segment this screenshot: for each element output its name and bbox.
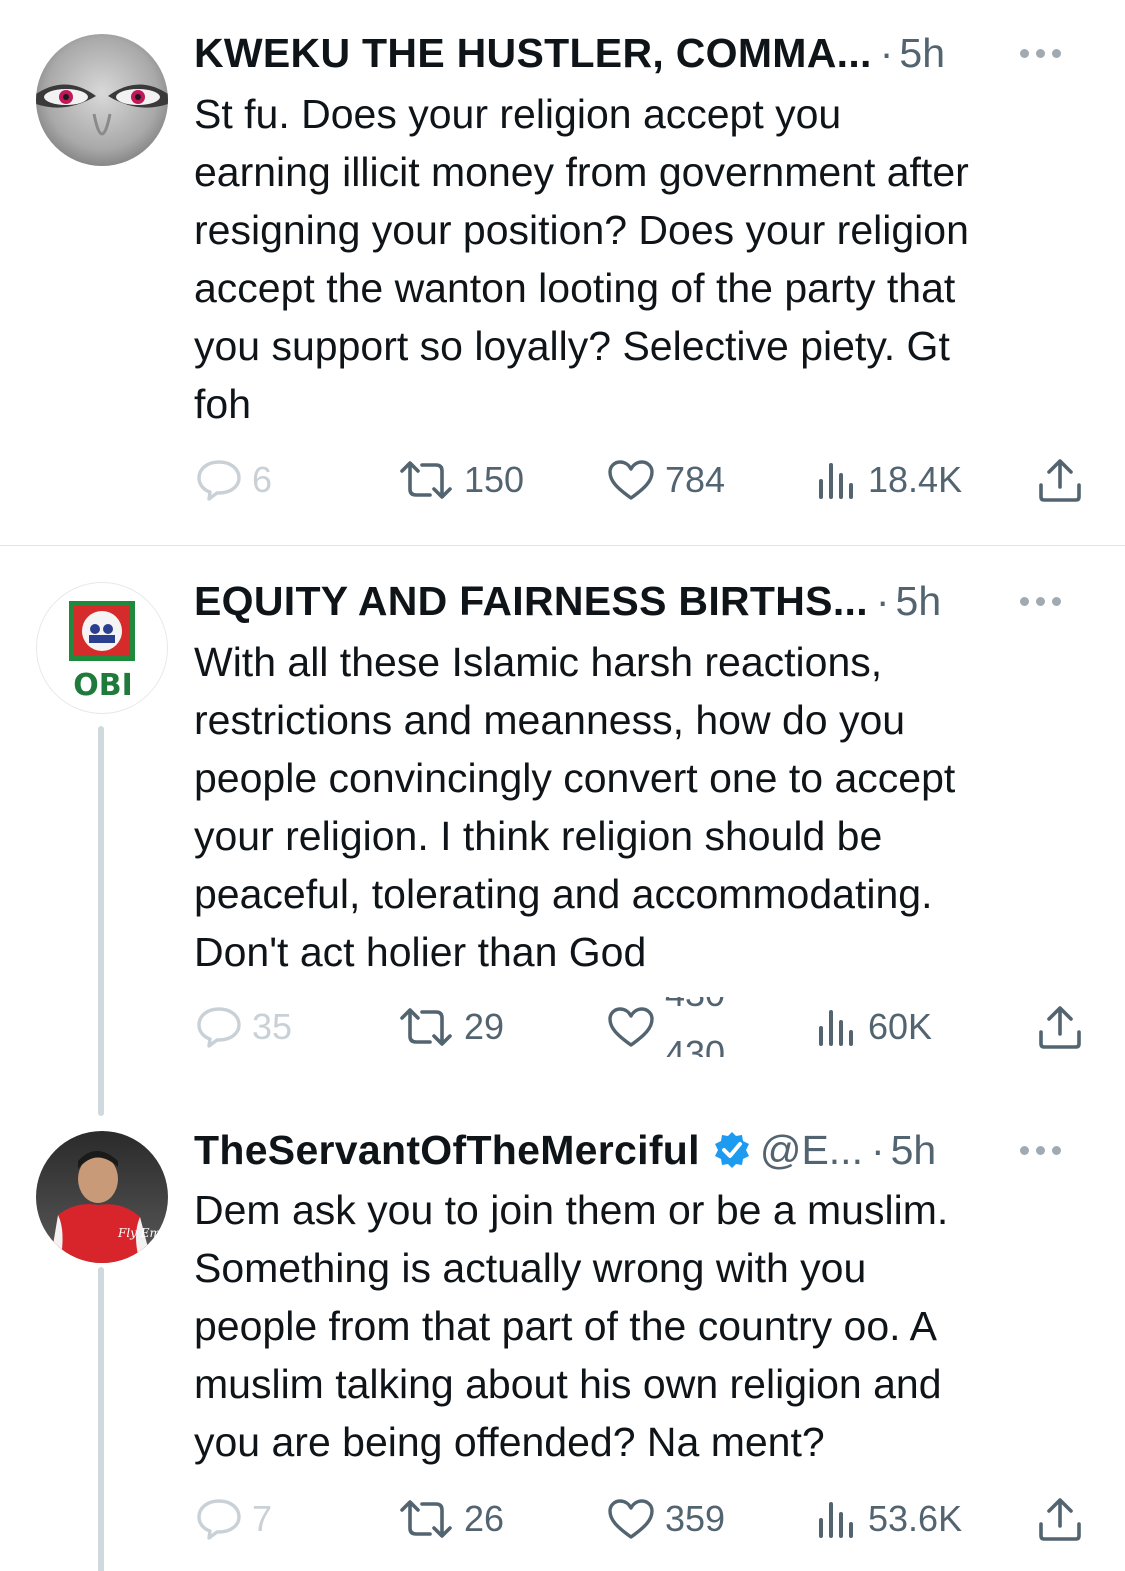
heart-icon	[608, 1499, 654, 1539]
share-icon	[1039, 1006, 1081, 1049]
views-button[interactable]: 53.6K	[816, 1489, 962, 1549]
retweet-icon	[400, 1008, 452, 1046]
reply-count: 7	[252, 1498, 273, 1539]
text-line: restrictions and meanness, how do you	[194, 697, 906, 743]
like-button[interactable]: 359	[607, 1489, 725, 1549]
reply-icon	[197, 1007, 241, 1048]
reply-count: 35	[252, 1006, 293, 1047]
retweet-count: 29	[464, 1006, 505, 1047]
share-button[interactable]	[1036, 450, 1084, 510]
views-count: 53.6K	[868, 1498, 963, 1539]
timestamp[interactable]: 5h	[891, 1127, 937, 1174]
verified-badge-icon	[714, 1132, 749, 1168]
text-line: muslim talking about his own religion an…	[194, 1361, 942, 1407]
action-bar: 6 150 784 18.4K	[0, 450, 1125, 510]
heart-icon	[608, 460, 654, 500]
text-line: peaceful, tolerating and accommodating.	[194, 871, 933, 917]
reply-count: 6	[252, 459, 273, 500]
reply-button[interactable]: 7	[196, 1489, 272, 1549]
retweet-count: 26	[464, 1498, 505, 1539]
avatar[interactable]	[36, 34, 168, 166]
more-icon[interactable]	[1020, 28, 1061, 78]
reply-icon	[197, 460, 241, 501]
share-icon	[1039, 459, 1081, 502]
separator: ·	[879, 29, 894, 76]
like-count-new: 430	[665, 1033, 726, 1057]
text-line: people from that part of the country oo.…	[194, 1303, 938, 1349]
share-icon	[1039, 1498, 1081, 1541]
tweet-1[interactable]: KWEKU THE HUSTLER, COMMA... · 5h St fu. …	[0, 0, 1125, 545]
timestamp[interactable]: 5h	[899, 30, 945, 77]
separator: ·	[875, 577, 890, 624]
views-count: 60K	[868, 1006, 933, 1047]
more-icon[interactable]	[1020, 576, 1061, 626]
like-count: 784	[665, 459, 726, 500]
avatar[interactable]: Fly Emira	[36, 1131, 168, 1263]
avatar-obi-logo: OBI	[69, 601, 135, 703]
tweet-text: Dem ask you to join them or be a muslim.…	[194, 1181, 1094, 1471]
avatar-label: OBI	[73, 668, 133, 703]
avatar-shirt-text: Fly Emira	[117, 1226, 168, 1240]
retweet-button[interactable]: 29	[398, 997, 504, 1057]
retweet-button[interactable]: 150	[398, 450, 524, 510]
text-line: Don't act holier than God	[194, 929, 647, 975]
tweet-3[interactable]: Fly Emira TheServantOfTheMerciful @E... …	[0, 1095, 1125, 1571]
share-button[interactable]	[1036, 997, 1084, 1057]
tweet-header: TheServantOfTheMerciful @E... · 5h	[194, 1125, 1095, 1175]
thread-line	[98, 726, 104, 1116]
tweet-header: KWEKU THE HUSTLER, COMMA... · 5h	[194, 28, 1095, 78]
tweet-2[interactable]: OBI EQUITY AND FAIRNESS BIRTHS... · 5h W…	[0, 546, 1125, 1116]
display-name[interactable]: KWEKU THE HUSTLER, COMMA...	[194, 30, 872, 77]
more-icon[interactable]	[1020, 1125, 1061, 1175]
avatar[interactable]: OBI	[36, 582, 168, 714]
reply-button[interactable]: 35	[196, 997, 292, 1057]
text-line: St fu. Does your religion accept you	[194, 91, 842, 137]
views-icon	[819, 1010, 853, 1046]
views-button[interactable]: 60K	[816, 997, 932, 1057]
avatar-eyes-image	[36, 34, 168, 166]
tweet-header: EQUITY AND FAIRNESS BIRTHS... · 5h	[194, 576, 1095, 626]
like-button[interactable]: 430 430	[607, 997, 745, 1057]
text-line: earning illicit money from government af…	[194, 149, 969, 195]
timestamp[interactable]: 5h	[896, 578, 942, 625]
heart-icon	[608, 1007, 654, 1047]
like-button[interactable]: 784	[607, 450, 725, 510]
text-line: people convincingly convert one to accep…	[194, 755, 956, 801]
handle[interactable]: @E...	[760, 1127, 863, 1174]
display-name[interactable]: TheServantOfTheMerciful	[194, 1127, 700, 1174]
text-line: foh	[194, 381, 251, 427]
text-line: Something is actually wrong with you	[194, 1245, 867, 1291]
like-count: 359	[665, 1498, 726, 1539]
retweet-button[interactable]: 26	[398, 1489, 504, 1549]
reply-button[interactable]: 6	[196, 450, 272, 510]
share-button[interactable]	[1036, 1489, 1084, 1549]
views-count: 18.4K	[868, 459, 963, 500]
text-line: you support so loyally? Selective piety.…	[194, 323, 950, 369]
tweet-feed: KWEKU THE HUSTLER, COMMA... · 5h St fu. …	[0, 0, 1125, 1571]
views-icon	[819, 1502, 853, 1538]
avatar-footballer-image: Fly Emira	[36, 1131, 168, 1263]
action-bar: 35 29 430 430	[0, 997, 1125, 1057]
action-bar: 7 26 359 53.6K	[0, 1489, 1125, 1549]
tweet-text: With all these Islamic harsh reactions, …	[194, 633, 1094, 981]
display-name[interactable]: EQUITY AND FAIRNESS BIRTHS...	[194, 578, 868, 625]
text-line: resigning your position? Does your relig…	[194, 207, 969, 253]
reply-icon	[197, 1499, 241, 1540]
text-line: With all these Islamic harsh reactions,	[194, 639, 883, 685]
text-line: accept the wanton looting of the party t…	[194, 265, 956, 311]
retweet-icon	[400, 461, 452, 499]
views-icon	[819, 463, 853, 499]
retweet-icon	[400, 1500, 452, 1538]
like-count-animating: 430 430	[665, 997, 745, 1057]
separator: ·	[870, 1126, 885, 1173]
text-line: you are being offended? Na ment?	[194, 1419, 825, 1465]
tweet-text: St fu. Does your religion accept you ear…	[194, 85, 1094, 433]
text-line: your religion. I think religion should b…	[194, 813, 883, 859]
retweet-count: 150	[464, 459, 525, 500]
text-line: Dem ask you to join them or be a muslim.	[194, 1187, 949, 1233]
views-button[interactable]: 18.4K	[816, 450, 962, 510]
like-count-old: 430	[665, 997, 725, 1015]
